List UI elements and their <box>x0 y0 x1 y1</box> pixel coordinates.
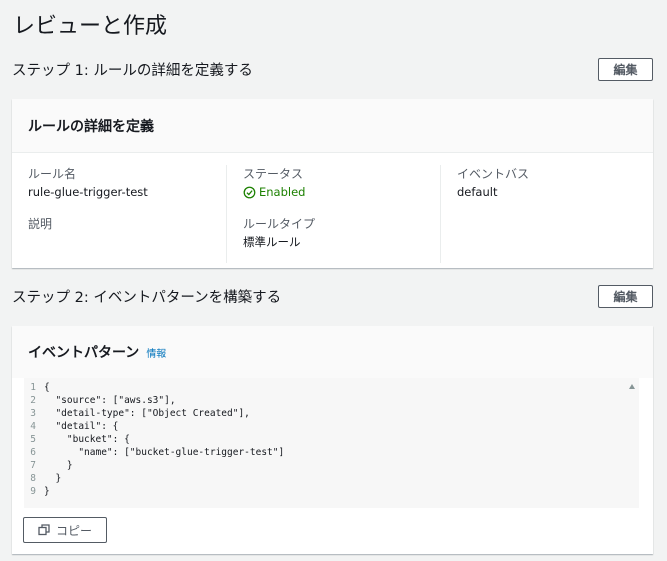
rule-type-field: ルールタイプ 標準ルール <box>243 215 440 251</box>
line-number: 2 <box>30 395 36 406</box>
rule-details-columns: ルール名 rule-glue-trigger-test 説明 ステータス Ena… <box>12 153 653 263</box>
rule-type-label: ルールタイプ <box>243 217 316 231</box>
status-value: Enabled <box>259 185 306 199</box>
line-number: 5 <box>30 434 36 445</box>
step2-header: ステップ 2: イベントパターンを構築する 編集 <box>12 283 653 309</box>
code-text: "detail-type": ["Object Created"], <box>44 408 250 419</box>
scroll-up-icon[interactable] <box>629 384 635 389</box>
step1-edit-button[interactable]: 編集 <box>598 57 653 81</box>
code-line: 8 } <box>24 472 639 485</box>
step2-title: ステップ 2: イベントパターンを構築する <box>12 289 282 306</box>
line-number: 4 <box>30 421 36 432</box>
col-2: ステータス Enabled ルールタイプ 標準ルール <box>226 165 440 263</box>
copy-button[interactable]: コピー <box>23 517 107 543</box>
line-number: 7 <box>30 460 36 471</box>
status-label: ステータス <box>243 167 304 181</box>
code-text: } <box>44 486 50 497</box>
code-line: 3 "detail-type": ["Object Created"], <box>24 407 639 420</box>
rule-type-value: 標準ルール <box>243 235 301 249</box>
step1-title: ステップ 1: ルールの詳細を定義する <box>12 62 253 79</box>
rule-details-title: ルールの詳細を定義 <box>28 118 154 135</box>
code-text: "source": ["aws.s3"], <box>44 395 176 406</box>
line-number: 8 <box>30 473 36 484</box>
code-line: 6 "name": ["bucket-glue-trigger-test"] <box>24 446 639 459</box>
line-number: 1 <box>30 382 36 393</box>
rule-name-label: ルール名 <box>28 167 77 181</box>
info-link[interactable]: 情報 <box>146 345 166 360</box>
status-field: ステータス Enabled <box>243 165 440 201</box>
event-pattern-title: イベントパターン <box>28 345 140 361</box>
code-text: } <box>44 473 62 484</box>
rule-details-header: ルールの詳細を定義 <box>12 99 653 153</box>
code-line: 1{ <box>24 381 639 394</box>
step1-header: ステップ 1: ルールの詳細を定義する 編集 <box>12 56 653 82</box>
rule-name-value: rule-glue-trigger-test <box>28 185 148 199</box>
col-3: イベントバス default <box>440 165 653 263</box>
code-text: "bucket": { <box>44 434 130 445</box>
step2-edit-button[interactable]: 編集 <box>598 284 653 308</box>
copy-label: コピー <box>55 523 92 538</box>
page-title: レビューと作成 <box>13 14 168 39</box>
code-text: "name": ["bucket-glue-trigger-test"] <box>44 447 285 458</box>
event-bus-field: イベントバス default <box>457 165 653 201</box>
event-pattern-header: イベントパターン 情報 <box>12 326 653 378</box>
line-number: 6 <box>30 447 36 458</box>
description-field: 説明 <box>28 215 226 233</box>
code-text: "detail": { <box>44 421 119 432</box>
status-badge: Enabled <box>243 183 440 201</box>
code-line: 2 "source": ["aws.s3"], <box>24 394 639 407</box>
code-editor[interactable]: 1{2 "source": ["aws.s3"], 3 "detail-type"… <box>24 378 639 508</box>
code-line: 5 "bucket": { <box>24 433 639 446</box>
event-bus-label: イベントバス <box>457 167 530 181</box>
code-line: 9} <box>24 485 639 498</box>
check-circle-icon <box>243 186 256 198</box>
copy-icon <box>38 524 50 536</box>
code-text: } <box>44 460 73 471</box>
code-line: 4 "detail": { <box>24 420 639 433</box>
description-label: 説明 <box>28 217 53 231</box>
code-text: { <box>44 382 50 393</box>
col-1: ルール名 rule-glue-trigger-test 説明 <box>12 165 226 263</box>
line-number: 3 <box>30 408 36 419</box>
event-bus-value: default <box>457 185 498 199</box>
rule-details-card: ルールの詳細を定義 ルール名 rule-glue-trigger-test 説明… <box>12 99 653 268</box>
line-number: 9 <box>30 486 36 497</box>
code-line: 7 } <box>24 459 639 472</box>
rule-name-field: ルール名 rule-glue-trigger-test <box>28 165 226 201</box>
event-pattern-card: イベントパターン 情報 1{2 "source": ["aws.s3"], 3 "… <box>12 326 653 554</box>
